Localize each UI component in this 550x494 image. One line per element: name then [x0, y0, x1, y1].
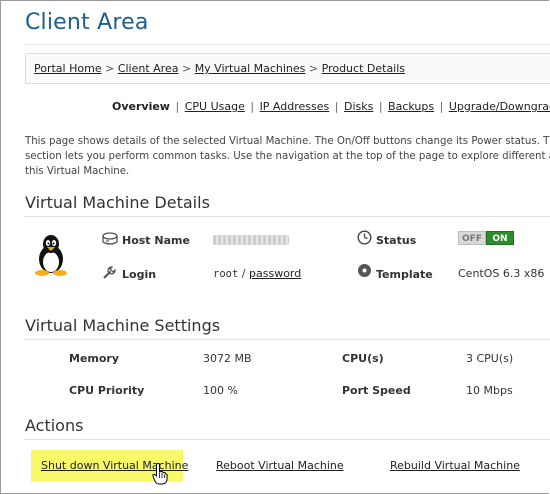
template-value: CentOS 6.3 x86: [458, 267, 545, 280]
subnav-separator: |: [334, 100, 339, 113]
breadcrumb-separator: >: [181, 62, 192, 75]
title-divider: [24, 44, 550, 45]
cpu-priority-value: 100 %: [203, 384, 238, 397]
settings-heading: Virtual Machine Settings: [25, 316, 221, 335]
login-value: root / password: [213, 267, 301, 280]
port-speed-label: Port Speed: [342, 384, 411, 397]
password-link[interactable]: password: [249, 267, 301, 280]
login-separator: /: [241, 267, 246, 280]
breadcrumb-client-area[interactable]: Client Area: [118, 62, 179, 75]
hand-pointer-icon: [152, 463, 168, 489]
memory-value: 3072 MB: [203, 352, 252, 365]
subnav-disks[interactable]: Disks: [344, 100, 373, 113]
disc-icon: [357, 263, 372, 282]
reboot-vm-button[interactable]: Reboot Virtual Machine: [216, 459, 344, 472]
template-label: Template: [376, 268, 433, 281]
port-speed-value: 10 Mbps: [466, 384, 513, 397]
cpus-label: CPU(s): [342, 352, 384, 365]
details-heading: Virtual Machine Details: [25, 193, 210, 212]
description-line: This page shows details of the selected …: [25, 136, 550, 147]
host-name-value-redacted: [213, 235, 289, 245]
subnav-separator: |: [378, 100, 383, 113]
power-on-button[interactable]: ON: [486, 231, 514, 245]
subnav-separator: |: [439, 100, 444, 113]
breadcrumb-separator: >: [105, 62, 115, 75]
cpus-value: 3 CPU(s): [466, 352, 514, 365]
breadcrumb-product-details[interactable]: Product Details: [322, 62, 405, 75]
subnav-overview[interactable]: Overview: [112, 100, 170, 113]
host-name-label: Host Name: [122, 234, 190, 247]
status-label: Status: [376, 234, 417, 247]
wrench-icon: [102, 265, 116, 284]
breadcrumb-portal-home[interactable]: Portal Home: [34, 62, 102, 75]
subnav-upgrade-downgrade[interactable]: Upgrade/Downgrade: [449, 100, 550, 113]
subnav-separator: |: [175, 100, 180, 113]
page-title: Client Area: [25, 10, 149, 35]
server-icon: [102, 231, 118, 250]
clock-icon: [357, 230, 372, 249]
details-divider: [24, 216, 550, 217]
description-line: section lets you perform common tasks. U…: [25, 151, 550, 162]
power-toggle: OFF ON: [458, 231, 514, 245]
actions-divider: [24, 439, 550, 440]
breadcrumb: Portal Home > Client Area > My Virtual M…: [25, 53, 550, 84]
cpu-priority-label: CPU Priority: [69, 384, 145, 397]
description-line: this Virtual Machine.: [25, 166, 130, 177]
power-off-button[interactable]: OFF: [458, 231, 486, 245]
subnav-cpu-usage[interactable]: CPU Usage: [185, 100, 245, 113]
page-description: This page shows details of the selected …: [25, 134, 550, 179]
settings-divider: [24, 339, 550, 340]
breadcrumb-my-virtual-machines[interactable]: My Virtual Machines: [195, 62, 306, 75]
subnav-backups[interactable]: Backups: [388, 100, 434, 113]
vm-subnav: Overview | CPU Usage | IP Addresses | Di…: [112, 100, 550, 113]
login-label: Login: [122, 268, 157, 281]
actions-heading: Actions: [25, 416, 84, 435]
subnav-ip-addresses[interactable]: IP Addresses: [260, 100, 330, 113]
breadcrumb-separator: >: [308, 62, 319, 75]
rebuild-vm-button[interactable]: Rebuild Virtual Machine: [390, 459, 520, 472]
memory-label: Memory: [69, 352, 120, 365]
linux-tux-icon: [33, 234, 69, 280]
subnav-separator: |: [250, 100, 255, 113]
login-username: root: [213, 268, 239, 280]
